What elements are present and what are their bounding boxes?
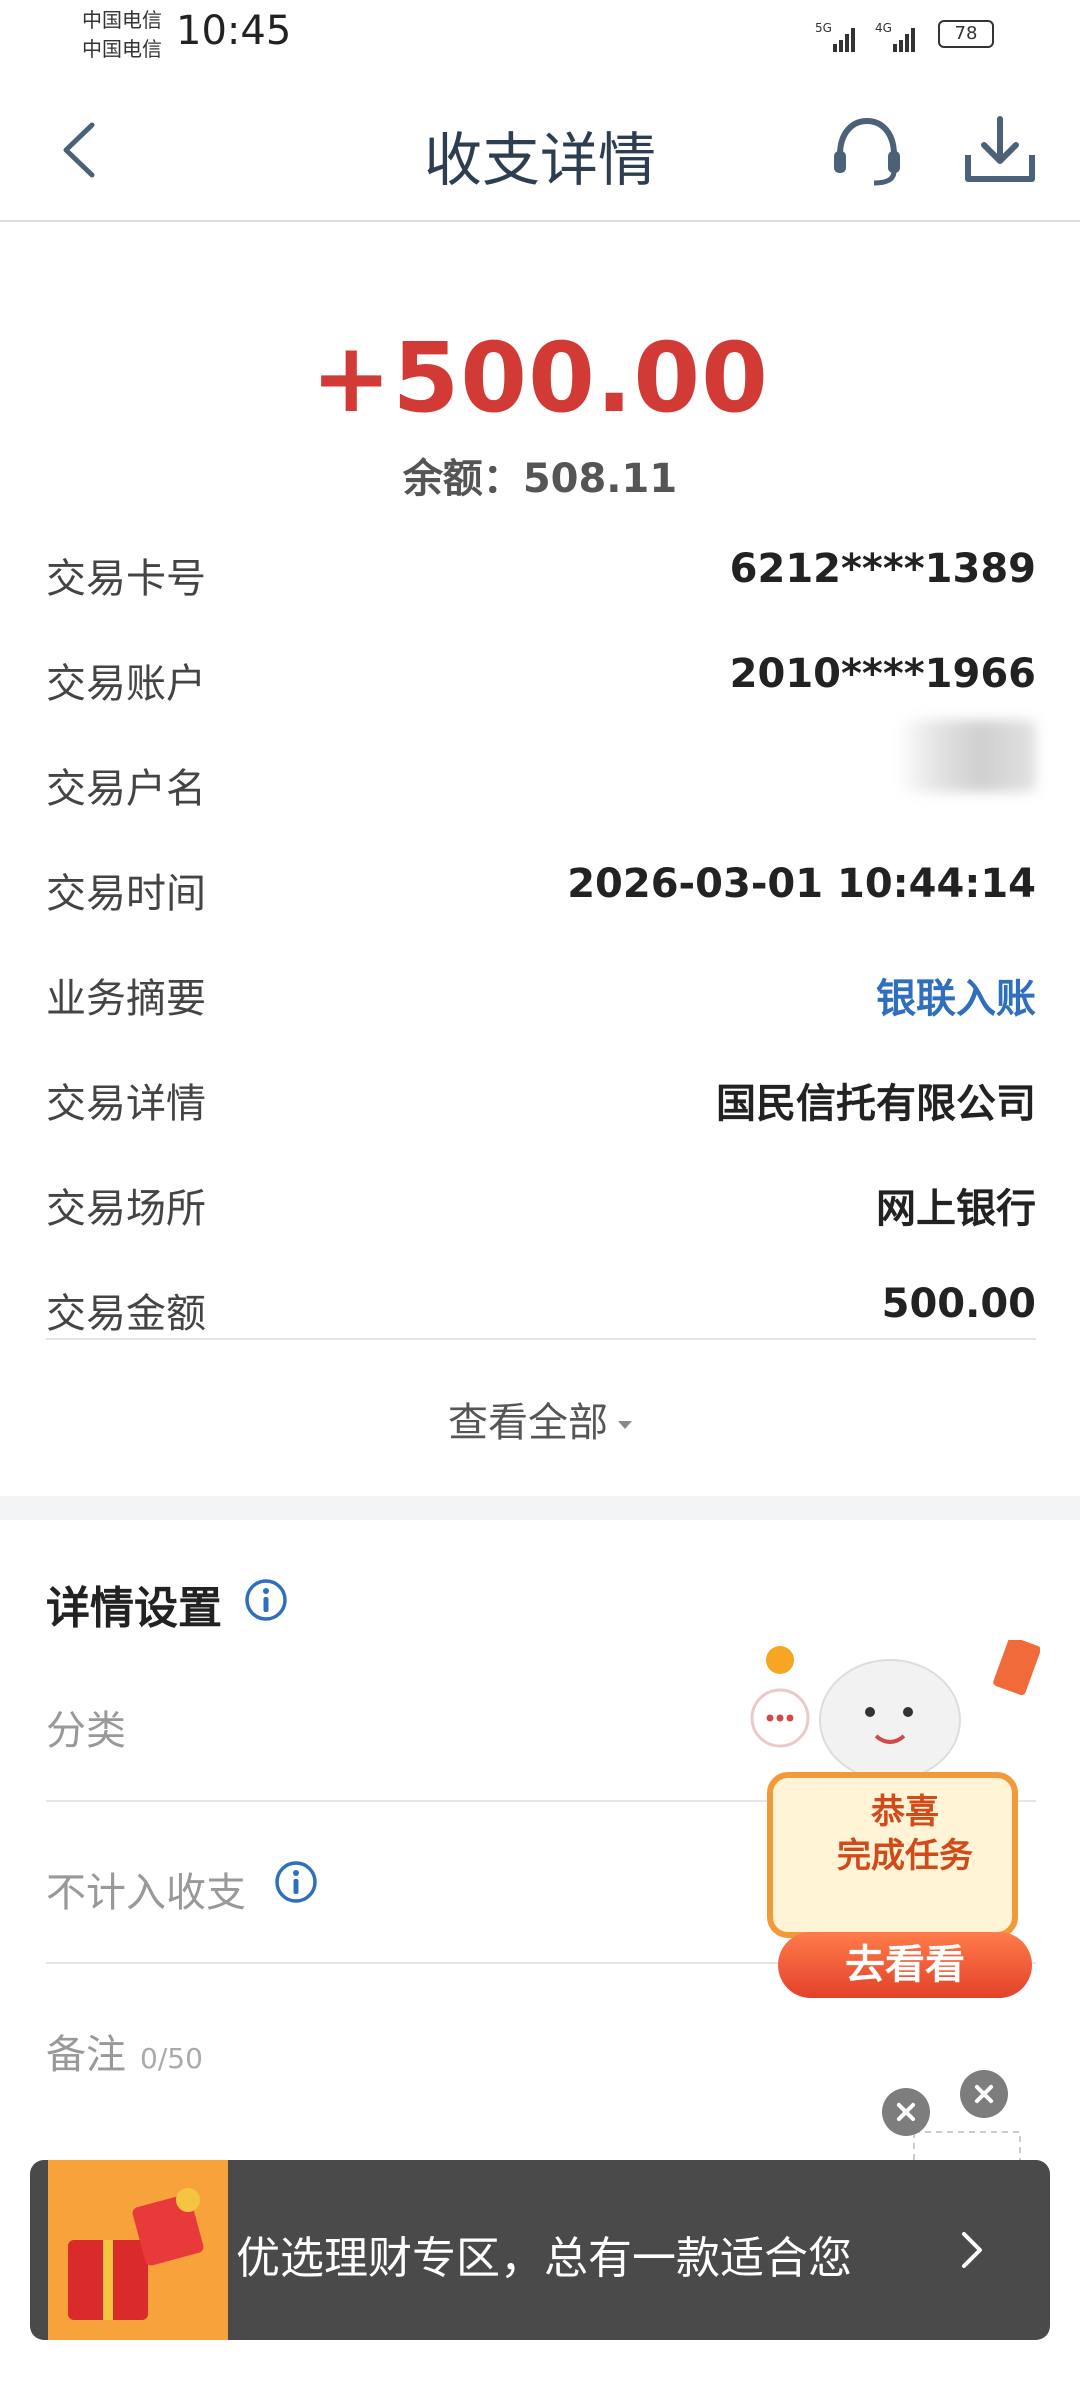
exclude-label: 不计入收支: [46, 1870, 246, 1916]
detail-row-detail: 交易详情 国民信托有限公司: [46, 1045, 1036, 1150]
detail-label: 交易时间: [46, 871, 206, 917]
close-banner-icon[interactable]: [882, 2088, 930, 2136]
battery-level: 78: [954, 23, 978, 44]
detail-value: 国民信托有限公司: [716, 1081, 1036, 1127]
top-nav: 收支详情: [0, 75, 1080, 222]
chevron-right-icon: [962, 2232, 982, 2268]
detail-label: 交易场所: [46, 1186, 206, 1232]
info-icon[interactable]: [274, 1860, 318, 1904]
detail-value: 网上银行: [876, 1186, 1036, 1232]
go-see-button[interactable]: 去看看: [778, 1932, 1032, 1998]
close-mascot-icon[interactable]: [960, 2070, 1008, 2118]
detail-row-summary: 业务摘要 银联入账: [46, 940, 1036, 1045]
promo-banner[interactable]: 优选理财专区，总有一款适合您: [30, 2160, 1050, 2340]
detail-value: 2010****1966: [729, 651, 1036, 697]
detail-row-name: 交易户名: [46, 730, 1036, 835]
detail-row-card: 交易卡号 6212****1389: [46, 520, 1036, 625]
redacted-name: [896, 720, 1036, 792]
detail-row-time: 交易时间 2026-03-01 10:44:14: [46, 835, 1036, 940]
promo-line-1: 恭喜: [871, 1792, 939, 1832]
view-all-label: 查看全部: [448, 1400, 608, 1446]
status-time: 10:45: [176, 8, 292, 54]
battery-icon: 78: [938, 20, 994, 48]
info-icon[interactable]: [244, 1578, 288, 1622]
banner-text: 优选理财专区，总有一款适合您: [236, 2233, 852, 2284]
gift-box-icon: [48, 2160, 228, 2340]
note-row[interactable]: 备注 0/50: [46, 2022, 203, 2080]
detail-row-amount: 交易金额 500.00: [46, 1255, 1036, 1360]
detail-row-place: 交易场所 网上银行: [46, 1150, 1036, 1255]
note-label: 备注: [46, 2032, 126, 2078]
promo-line-2: 完成任务: [837, 1836, 973, 1876]
view-all-button[interactable]: 查看全部: [0, 1390, 1080, 1448]
detail-row-account: 交易账户 2010****1966: [46, 625, 1036, 730]
carrier-2: 中国电信: [82, 37, 162, 61]
detail-list: 交易卡号 6212****1389 交易账户 2010****1966 交易户名…: [46, 520, 1036, 1360]
balance-value: 508.11: [522, 456, 678, 502]
caret-down-icon: [618, 1421, 632, 1429]
balance-label: 余额：: [402, 456, 523, 502]
detail-value: 6212****1389: [729, 546, 1036, 592]
detail-label: 交易户名: [46, 766, 206, 812]
carrier-labels: 中国电信 中国电信: [82, 6, 162, 64]
download-icon[interactable]: [962, 111, 1038, 187]
detail-label: 交易卡号: [46, 556, 206, 602]
detail-label: 交易详情: [46, 1081, 206, 1127]
section-gap: [0, 1496, 1080, 1520]
detail-value: 2026-03-01 10:44:14: [567, 861, 1036, 907]
category-label: 分类: [46, 1708, 126, 1754]
summary-link[interactable]: 银联入账: [876, 966, 1036, 1024]
detail-label: 交易账户: [46, 661, 206, 707]
headset-icon[interactable]: [828, 111, 906, 189]
page-title: 收支详情: [423, 126, 656, 194]
transaction-amount: +500.00: [311, 322, 769, 434]
divider: [46, 1338, 1036, 1340]
detail-label: 业务摘要: [46, 976, 206, 1022]
svg-text:5G: 5G: [815, 21, 832, 35]
detail-label: 交易金额: [46, 1291, 206, 1337]
settings-title: 详情设置: [46, 1583, 222, 1634]
detail-value: 500.00: [881, 1281, 1036, 1327]
note-counter: 0/50: [140, 2042, 203, 2075]
status-bar: 中国电信 中国电信 10:45 5G 4G 78: [0, 0, 1080, 75]
balance-line: 余额：508.11: [0, 446, 1080, 504]
carrier-1: 中国电信: [82, 8, 162, 32]
svg-text:4G: 4G: [875, 21, 892, 35]
promo-text: 恭喜 完成任务: [795, 1790, 1015, 1878]
